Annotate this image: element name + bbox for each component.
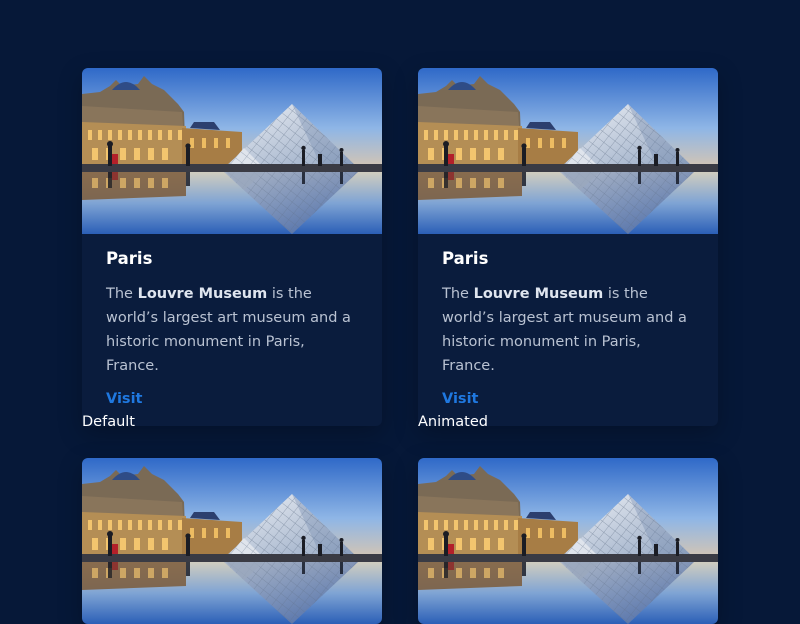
card-body: Paris The Louvre Museum is the world’s l… [418, 234, 718, 426]
destination-card: Paris The Louvre Museum is the world’s l… [82, 68, 382, 426]
card-photo [82, 458, 382, 624]
card-photo [82, 68, 382, 234]
destination-card [418, 458, 718, 624]
card-description-bold: Louvre Museum [473, 286, 604, 302]
card-description-bold: Louvre Museum [137, 286, 268, 302]
visit-link[interactable]: Visit [106, 388, 142, 410]
destination-card [82, 458, 382, 624]
destination-card: Paris The Louvre Museum is the world’s l… [418, 68, 718, 426]
card-cell-3 [82, 458, 382, 624]
card-body: Paris The Louvre Museum is the world’s l… [82, 234, 382, 426]
card-description-start: The [106, 286, 138, 302]
card-title: Paris [442, 249, 489, 268]
variant-caption: Default [82, 414, 135, 430]
card-photo [418, 458, 718, 624]
card-cell-4 [418, 458, 718, 624]
visit-link[interactable]: Visit [442, 388, 478, 410]
card-description-start: The [442, 286, 474, 302]
card-photo [418, 68, 718, 234]
variant-caption: Animated [418, 414, 488, 430]
card-cell-default: Paris The Louvre Museum is the world’s l… [82, 68, 382, 430]
card-cell-animated: Paris The Louvre Museum is the world’s l… [418, 68, 718, 430]
card-description: The Louvre Museum is the world’s largest… [442, 282, 694, 378]
card-description: The Louvre Museum is the world’s largest… [106, 282, 358, 378]
card-title: Paris [106, 249, 153, 268]
